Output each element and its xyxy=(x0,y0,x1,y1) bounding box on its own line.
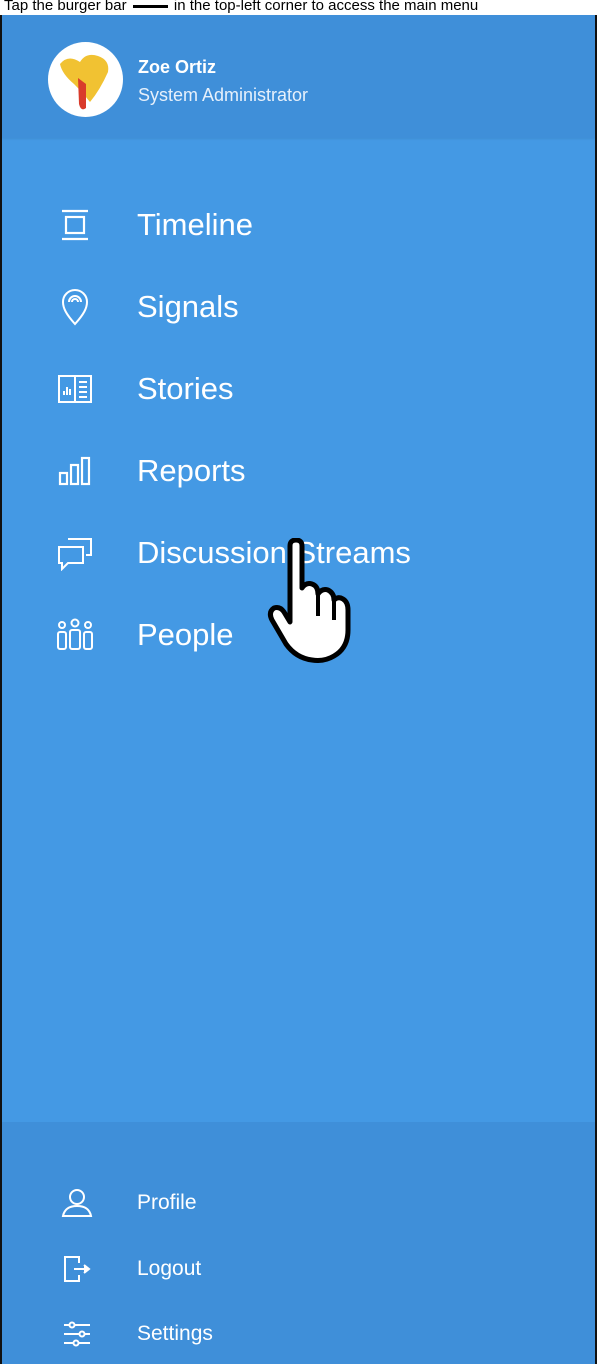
bar-chart-icon xyxy=(55,451,95,491)
footer-item-profile[interactable]: Profile xyxy=(2,1179,595,1227)
footer-label-logout: Logout xyxy=(137,1257,202,1280)
footer-label-profile: Profile xyxy=(137,1191,197,1214)
footer-item-logout[interactable]: Logout xyxy=(2,1245,595,1293)
instruction-text: Tap the burger bar in the top-left corne… xyxy=(4,0,478,14)
footer-label-settings: Settings xyxy=(137,1322,213,1345)
hand-pointer-icon xyxy=(267,538,351,663)
nav-label-reports: Reports xyxy=(137,453,246,488)
nav-item-signals[interactable]: Signals xyxy=(2,277,595,337)
sliders-icon xyxy=(60,1317,94,1351)
user-name: Zoe Ortiz xyxy=(138,57,217,77)
drawer-header: Zoe Ortiz System Administrator xyxy=(2,15,595,138)
logout-icon xyxy=(60,1252,94,1286)
stories-book-icon xyxy=(55,369,95,409)
user-icon xyxy=(60,1186,94,1220)
nav-item-stories[interactable]: Stories xyxy=(2,359,595,419)
burger-line-icon xyxy=(132,5,168,8)
drawer-footer: Profile Logout Settings xyxy=(2,1122,595,1364)
user-role: System Administrator xyxy=(138,85,309,105)
footer-item-settings[interactable]: Settings xyxy=(2,1310,595,1358)
avatar[interactable] xyxy=(48,42,123,117)
nav-label-signals: Signals xyxy=(137,289,239,324)
people-icon xyxy=(55,615,95,655)
timeline-icon xyxy=(55,205,95,245)
nav-label-people: People xyxy=(137,617,234,652)
nav-label-timeline: Timeline xyxy=(137,207,253,242)
nav-label-stories: Stories xyxy=(137,371,234,406)
nav-item-timeline[interactable]: Timeline xyxy=(2,195,595,255)
instruction-before: Tap the burger bar xyxy=(4,0,127,14)
navigation-drawer: Zoe Ortiz System Administrator Timeline xyxy=(0,15,597,1364)
chat-bubbles-icon xyxy=(55,533,95,573)
location-pin-icon xyxy=(55,287,95,327)
avatar-logo-icon xyxy=(60,54,109,110)
instruction-after: in the top-left corner to access the mai… xyxy=(173,0,479,14)
nav-item-reports[interactable]: Reports xyxy=(2,441,595,501)
